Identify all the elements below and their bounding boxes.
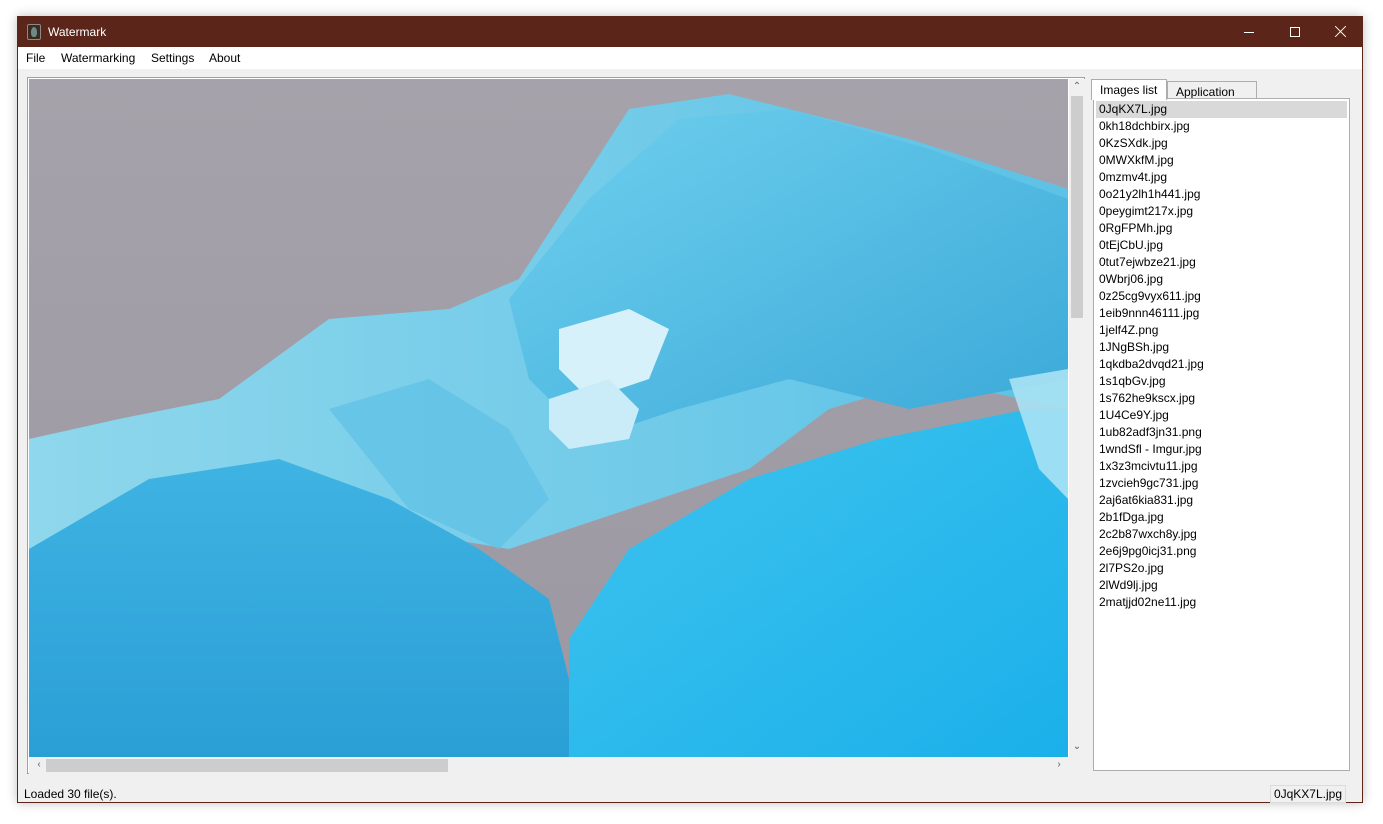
file-list-item[interactable]: 1s762he9kscx.jpg	[1096, 390, 1347, 407]
file-list-item[interactable]: 2lWd9lj.jpg	[1096, 577, 1347, 594]
tab-images-list[interactable]: Images list	[1091, 79, 1167, 100]
file-list-item[interactable]: 0o21y2lh1h441.jpg	[1096, 186, 1347, 203]
file-list-item[interactable]: 0mzmv4t.jpg	[1096, 169, 1347, 186]
tab-application-log[interactable]: Application log	[1167, 81, 1257, 113]
minimize-icon	[1244, 32, 1254, 33]
file-list-item[interactable]: 0JqKX7L.jpg	[1096, 101, 1347, 118]
file-list-item[interactable]: 2aj6at6kia831.jpg	[1096, 492, 1347, 509]
file-list-item[interactable]: 0peygimt217x.jpg	[1096, 203, 1347, 220]
file-list-item[interactable]: 1qkdba2dvqd21.jpg	[1096, 356, 1347, 373]
status-current-file: 0JqKX7L.jpg	[1269, 785, 1346, 803]
maximize-icon	[1290, 27, 1300, 37]
scroll-right-icon[interactable]: ›	[1051, 759, 1067, 771]
file-list-item[interactable]: 1x3z3mcivtu11.jpg	[1096, 458, 1347, 475]
status-bar: Loaded 30 file(s). 0JqKX7L.jpg	[18, 781, 1362, 803]
maximize-button[interactable]	[1272, 17, 1318, 47]
scroll-down-icon[interactable]: ⌄	[1069, 741, 1085, 753]
minimize-button[interactable]	[1226, 17, 1272, 47]
image-preview	[29, 79, 1068, 757]
menu-watermarking[interactable]: Watermarking	[61, 51, 135, 65]
file-list-item[interactable]: 0MWXkfM.jpg	[1096, 152, 1347, 169]
menu-about[interactable]: About	[209, 51, 240, 65]
vertical-scrollbar[interactable]: ⌃ ⌄	[1069, 79, 1085, 757]
scroll-up-icon[interactable]: ⌃	[1069, 81, 1085, 93]
app-icon	[27, 24, 41, 40]
file-list-item[interactable]: 0z25cg9vyx611.jpg	[1096, 288, 1347, 305]
scroll-left-icon[interactable]: ‹	[31, 759, 47, 771]
file-list-item[interactable]: 0Wbrj06.jpg	[1096, 271, 1347, 288]
menu-settings[interactable]: Settings	[151, 51, 194, 65]
window-title: Watermark	[48, 25, 107, 39]
file-list-item[interactable]: 1jelf4Z.png	[1096, 322, 1347, 339]
file-list-item[interactable]: 2b1fDga.jpg	[1096, 509, 1347, 526]
file-list-item[interactable]: 1ub82adf3jn31.png	[1096, 424, 1347, 441]
file-list-item[interactable]: 0RgFPMh.jpg	[1096, 220, 1347, 237]
file-list-item[interactable]: 0kh18dchbirx.jpg	[1096, 118, 1347, 135]
image-viewer: ⌃ ⌄ ‹ ›	[27, 77, 1085, 774]
file-list-item[interactable]: 1U4Ce9Y.jpg	[1096, 407, 1347, 424]
file-list-item[interactable]: 0KzSXdk.jpg	[1096, 135, 1347, 152]
file-list-item[interactable]: 1wndSfl - Imgur.jpg	[1096, 441, 1347, 458]
file-list-item[interactable]: 1zvcieh9gc731.jpg	[1096, 475, 1347, 492]
file-list-item[interactable]: 2e6j9pg0icj31.png	[1096, 543, 1347, 560]
file-list-item[interactable]: 1eib9nnn46111.jpg	[1096, 305, 1347, 322]
app-window: Watermark File Watermarking Settings Abo…	[17, 16, 1363, 803]
tab-bar: Images list Application log	[1091, 79, 1357, 113]
horizontal-scroll-thumb[interactable]	[46, 759, 448, 772]
preview-image	[29, 79, 1068, 757]
status-message: Loaded 30 file(s).	[24, 787, 117, 801]
file-list-item[interactable]: 0tEjCbU.jpg	[1096, 237, 1347, 254]
file-list-item[interactable]: 1s1qbGv.jpg	[1096, 373, 1347, 390]
file-list-item[interactable]: 2c2b87wxch8y.jpg	[1096, 526, 1347, 543]
scroll-corner	[1069, 757, 1085, 774]
file-list-item[interactable]: 0tut7ejwbze21.jpg	[1096, 254, 1347, 271]
file-list-item[interactable]: 1JNgBSh.jpg	[1096, 339, 1347, 356]
menu-file[interactable]: File	[26, 51, 45, 65]
vertical-scroll-thumb[interactable]	[1071, 96, 1083, 318]
images-list[interactable]: 0JqKX7L.jpg 0kh18dchbirx.jpg 0KzSXdk.jpg 0M…	[1093, 98, 1350, 771]
file-list-item[interactable]: 2matjjd02ne11.jpg	[1096, 594, 1347, 611]
close-button[interactable]	[1318, 17, 1364, 47]
title-bar[interactable]: Watermark	[18, 17, 1362, 47]
horizontal-scrollbar[interactable]: ‹ ›	[29, 757, 1069, 774]
file-list-item[interactable]: 2l7PS2o.jpg	[1096, 560, 1347, 577]
close-icon	[1335, 25, 1347, 37]
menu-bar: File Watermarking Settings About	[18, 47, 1362, 69]
